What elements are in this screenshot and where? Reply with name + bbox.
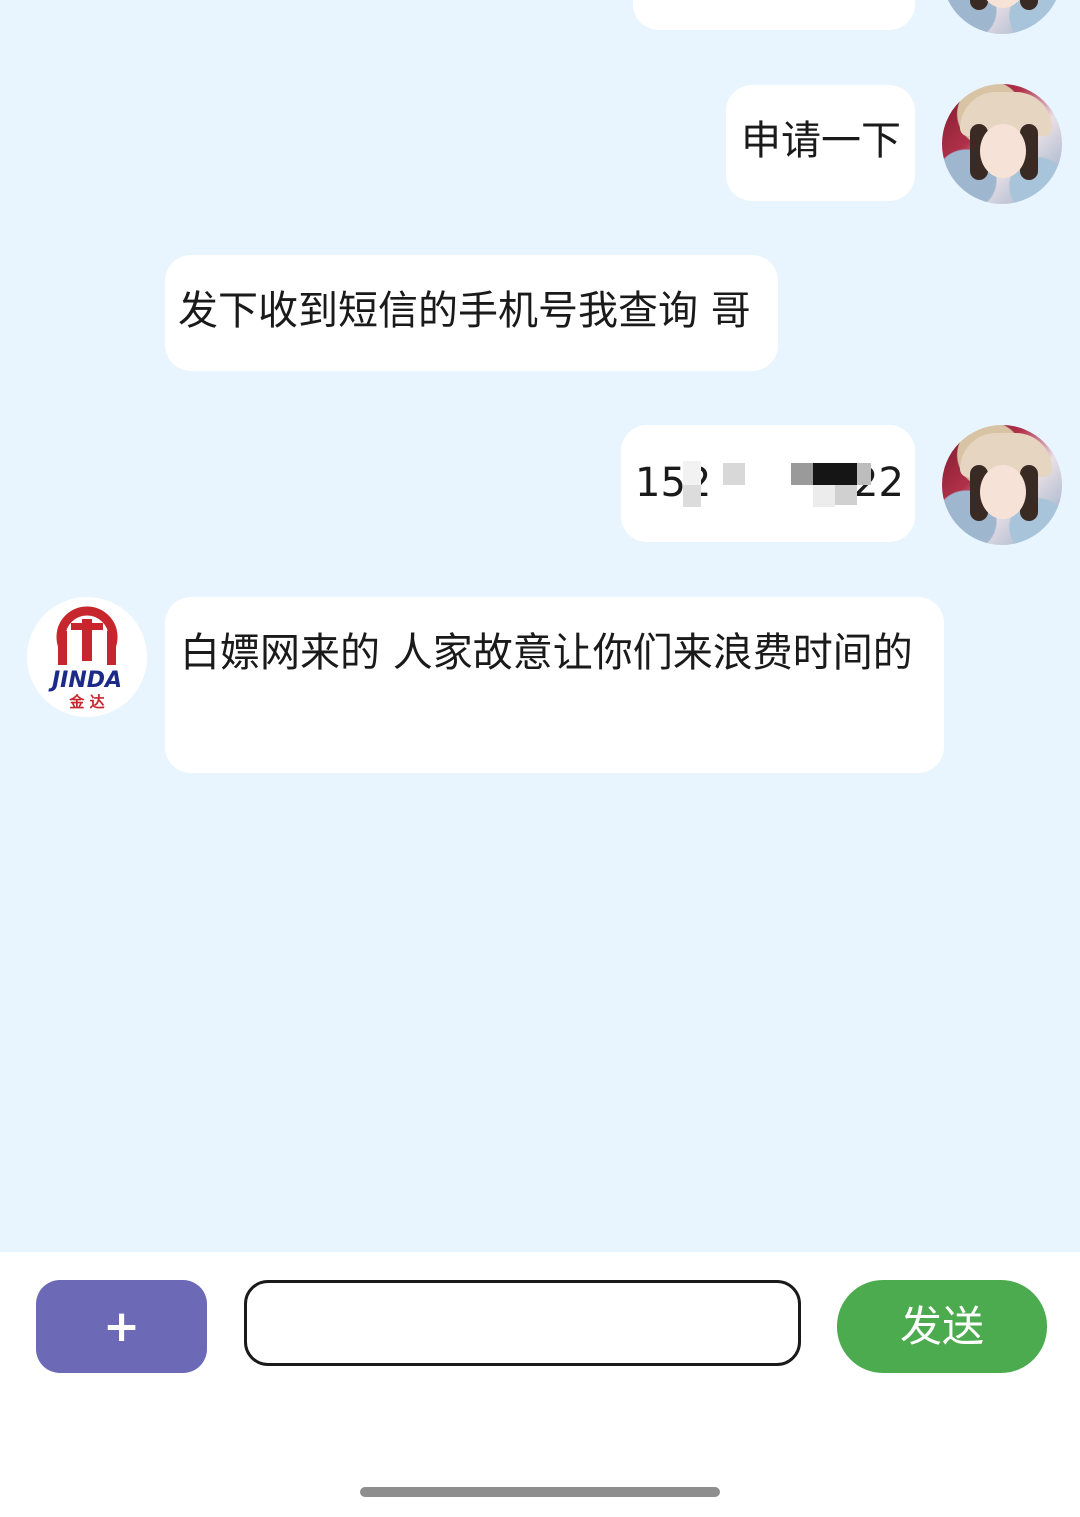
message-bubble-outgoing[interactable]: 152 22	[621, 425, 915, 542]
user-avatar[interactable]	[942, 425, 1062, 545]
home-indicator[interactable]	[360, 1487, 720, 1497]
user-avatar[interactable]	[942, 84, 1062, 204]
message-bubble-partial	[633, 0, 915, 30]
attach-button[interactable]: +	[36, 1280, 207, 1373]
message-bubble-outgoing[interactable]: 申请一下	[726, 85, 915, 201]
plus-icon: +	[103, 1301, 140, 1352]
message-text: 发下收到短信的手机号我查询 哥	[178, 288, 751, 334]
send-button-label: 发送	[899, 1302, 984, 1351]
message-text: 申请一下	[741, 118, 901, 164]
send-button[interactable]: 发送	[837, 1280, 1047, 1373]
jinda-logo-avatar[interactable]: JINDA 金 达	[27, 597, 147, 717]
user-avatar[interactable]	[942, 0, 1062, 34]
message-bubble-incoming[interactable]: 发下收到短信的手机号我查询 哥	[165, 255, 778, 371]
svg-text:JINDA: JINDA	[48, 668, 122, 693]
message-input[interactable]	[244, 1280, 801, 1366]
jinda-logo-icon: JINDA 金 达	[48, 606, 122, 711]
svg-text:金 达: 金 达	[68, 693, 104, 711]
message-bubble-incoming[interactable]: 白嫖网来的 人家故意让你们来浪费时间的	[165, 597, 944, 773]
message-text: 白嫖网来的 人家故意让你们来浪费时间的	[180, 630, 913, 676]
chat-area[interactable]: 申请一下 发下收到短信的手机号我查询 哥 152 22 JINDA 金 达 白嫖…	[0, 0, 1080, 1252]
